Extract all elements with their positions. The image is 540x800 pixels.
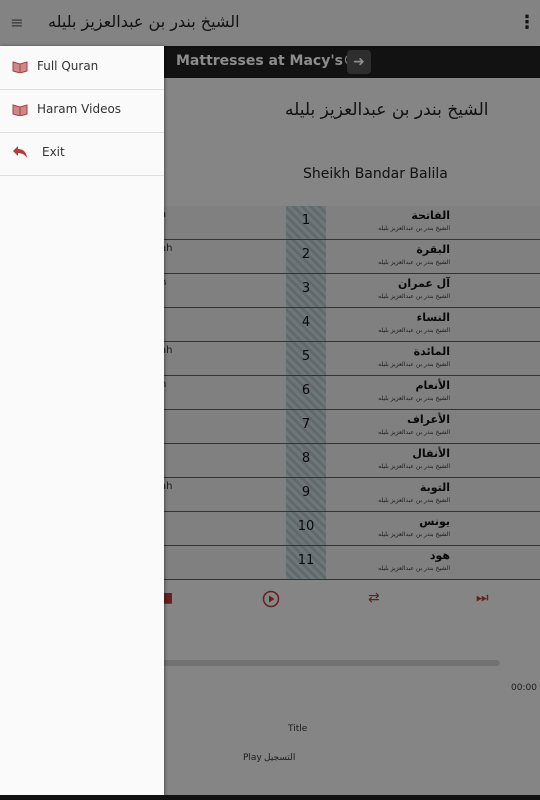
- app-screen: ≡ الشيخ بندر بن عبدالعزيز بليله ⋮ Mattre…: [0, 0, 540, 800]
- drawer-item-full-quran[interactable]: Full Quran: [0, 46, 164, 90]
- back-arrow-icon: [12, 145, 28, 159]
- drawer-item-exit[interactable]: Exit: [0, 132, 164, 176]
- drawer-item-label: Haram Videos: [37, 102, 122, 116]
- drawer-item-label: Exit: [42, 145, 65, 159]
- quran-book-icon: [12, 59, 28, 74]
- drawer-item-label: Full Quran: [37, 59, 99, 73]
- drawer-item-haram-videos[interactable]: Haram Videos: [0, 89, 164, 133]
- nav-drawer: Full Quran Haram Videos Exit: [0, 46, 164, 800]
- quran-book-icon: [12, 102, 28, 117]
- system-nav-bar: [0, 795, 540, 800]
